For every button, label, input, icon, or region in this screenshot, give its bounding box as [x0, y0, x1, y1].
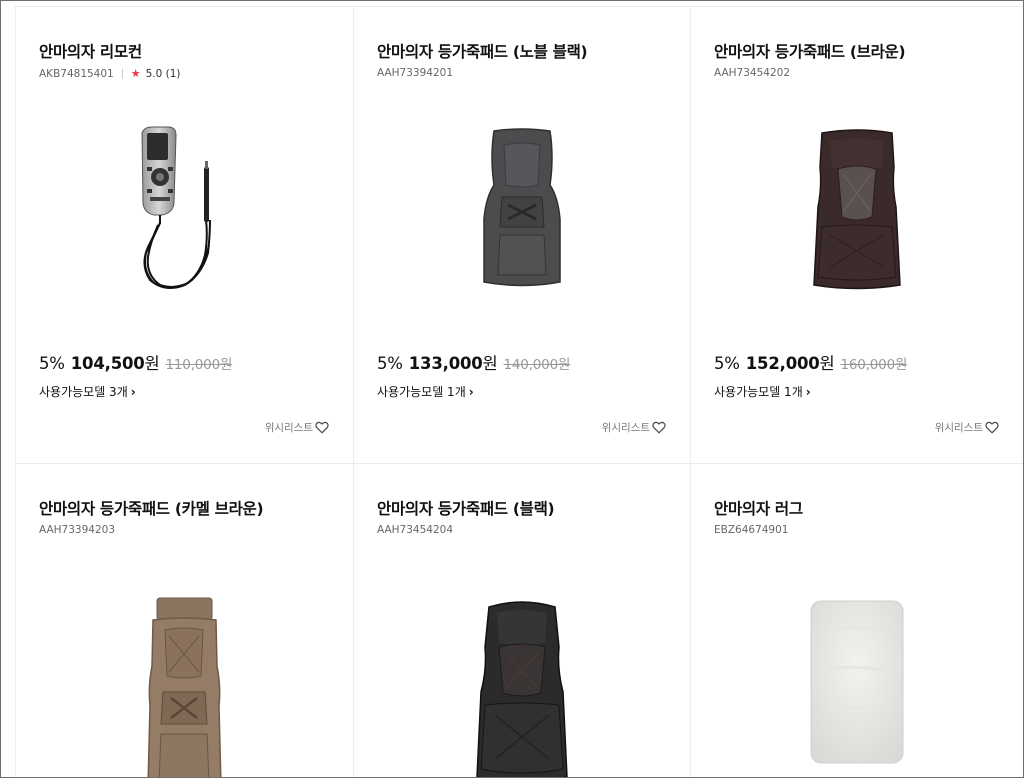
original-price: 160,000원: [840, 357, 908, 373]
back-pad-image: [147, 597, 222, 777]
product-rating: 5.0 (1): [145, 67, 181, 80]
sale-price-value: 104,500: [70, 354, 145, 373]
wishlist-button[interactable]: 위시리스트: [602, 420, 666, 435]
product-meta: EBZ64674901: [714, 524, 788, 536]
original-price: 140,000원: [503, 357, 571, 373]
product-name[interactable]: 안마의자 등가죽패드 (노블 블랙): [377, 40, 588, 62]
product-card[interactable]: 안마의자 리모컨 AKB74815401 ★ 5.0 (1) 5% 104,50…: [15, 6, 353, 464]
product-name[interactable]: 안마의자 러그: [714, 497, 803, 519]
price-unit: 원: [482, 354, 498, 373]
chevron-right-icon: ›: [130, 385, 136, 399]
sale-price-value: 152,000: [745, 354, 820, 373]
price-block: 5% 104,500원 110,000원: [39, 350, 232, 374]
compatible-models-label: 사용가능모델 1개: [377, 385, 466, 399]
product-card[interactable]: 안마의자 등가죽패드 (카멜 브라운) AAH73394203: [15, 464, 353, 777]
wishlist-button[interactable]: 위시리스트: [935, 420, 999, 435]
discount-rate: 5%: [39, 354, 65, 373]
sale-price: 152,000원: [746, 350, 835, 374]
wishlist-label: 위시리스트: [601, 422, 650, 434]
wishlist-label: 위시리스트: [264, 422, 313, 434]
product-name[interactable]: 안마의자 등가죽패드 (브라운): [714, 40, 906, 62]
heart-icon: [652, 421, 666, 434]
price-unit: 원: [819, 354, 835, 373]
product-image[interactable]: [691, 127, 1023, 297]
product-image[interactable]: [691, 599, 1023, 777]
compatible-models-link[interactable]: 사용가능모델 1개 ›: [714, 383, 811, 400]
back-pad-image: [475, 601, 568, 777]
back-pad-image: [812, 129, 901, 290]
meta-divider: [121, 68, 123, 79]
wishlist-button[interactable]: 위시리스트: [265, 420, 329, 435]
product-code: EBZ64674901: [714, 524, 789, 536]
product-name[interactable]: 안마의자 등가죽패드 (카멜 브라운): [39, 497, 264, 519]
discount-rate: 5%: [714, 354, 740, 373]
product-code: AAH73454202: [714, 67, 790, 79]
wishlist-label: 위시리스트: [934, 422, 983, 434]
product-image[interactable]: [16, 125, 353, 305]
heart-icon: [985, 421, 999, 434]
product-image[interactable]: [354, 127, 690, 297]
product-meta: AAH73454204: [377, 524, 453, 536]
remote-control-image: [140, 126, 211, 290]
price-block: 5% 152,000원 160,000원: [714, 350, 907, 374]
compatible-models-label: 사용가능모델 1개: [714, 385, 803, 399]
product-code: AAH73394201: [377, 67, 453, 79]
sale-price-value: 133,000: [408, 354, 483, 373]
product-image[interactable]: [16, 596, 353, 777]
price-block: 5% 133,000원 140,000원: [377, 350, 570, 374]
chevron-right-icon: ›: [805, 385, 811, 399]
price-unit: 원: [144, 354, 160, 373]
product-name[interactable]: 안마의자 리모컨: [39, 40, 142, 62]
compatible-models-link[interactable]: 사용가능모델 1개 ›: [377, 383, 474, 400]
product-card[interactable]: 안마의자 등가죽패드 (블랙) AAH73454204: [353, 464, 690, 777]
product-meta: AKB74815401 ★ 5.0 (1): [39, 67, 181, 80]
heart-icon: [315, 421, 329, 434]
compatible-models-label: 사용가능모델 3개: [39, 385, 128, 399]
original-price: 110,000원: [165, 357, 233, 373]
product-code: AAH73394203: [39, 524, 115, 536]
product-code: AAH73454204: [377, 524, 453, 536]
product-card[interactable]: 안마의자 등가죽패드 (노블 블랙) AAH73394201 5% 133,00…: [353, 6, 690, 464]
compatible-models-link[interactable]: 사용가능모델 3개 ›: [39, 383, 136, 400]
sale-price: 133,000원: [409, 350, 498, 374]
product-name[interactable]: 안마의자 등가죽패드 (블랙): [377, 497, 555, 519]
product-grid: 안마의자 리모컨 AKB74815401 ★ 5.0 (1) 5% 104,50…: [15, 6, 1023, 777]
chevron-right-icon: ›: [468, 385, 474, 399]
product-card[interactable]: 안마의자 등가죽패드 (브라운) AAH73454202 5% 152,000원…: [690, 6, 1023, 464]
discount-rate: 5%: [377, 354, 403, 373]
rug-image: [810, 600, 904, 764]
star-icon: ★: [130, 67, 141, 80]
sale-price: 104,500원: [71, 350, 160, 374]
product-meta: AAH73394203: [39, 524, 115, 536]
product-code: AKB74815401: [39, 67, 114, 80]
product-meta: AAH73394201: [377, 67, 453, 79]
product-card[interactable]: 안마의자 러그 EBZ64674901: [690, 464, 1023, 777]
back-pad-image: [483, 128, 561, 287]
product-list-frame: 안마의자 리모컨 AKB74815401 ★ 5.0 (1) 5% 104,50…: [0, 0, 1024, 778]
product-meta: AAH73454202: [714, 67, 790, 79]
product-image[interactable]: [354, 597, 690, 777]
